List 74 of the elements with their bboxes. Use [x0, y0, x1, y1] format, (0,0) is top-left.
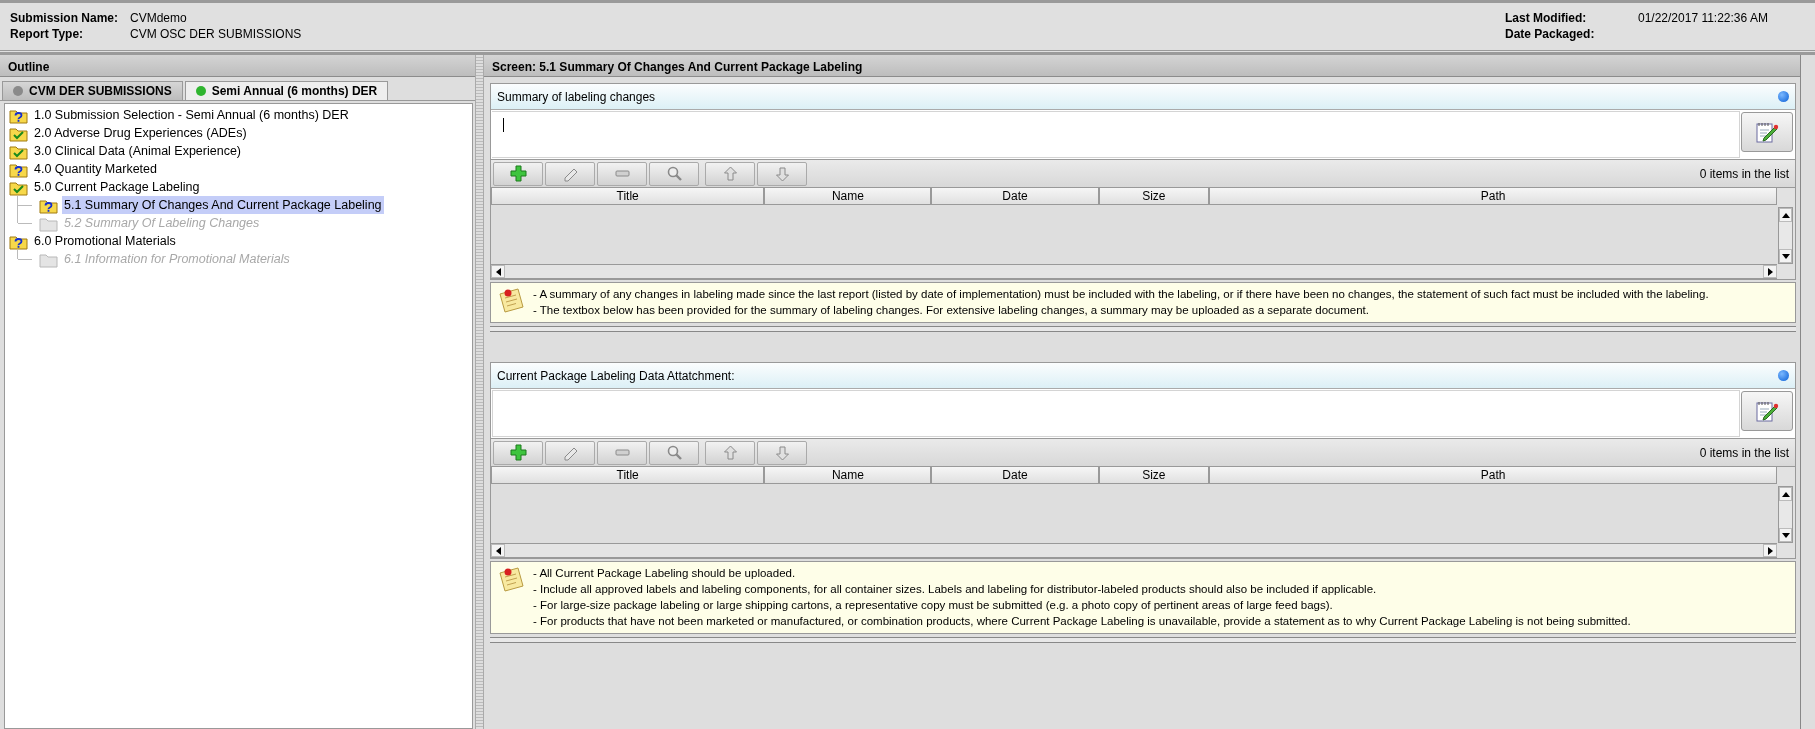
column-header[interactable]: Name [764, 188, 932, 205]
field-label: Submission Name: [10, 10, 120, 26]
status-dot-icon [1778, 91, 1789, 102]
screen-title: Screen: 5.1 Summary Of Changes And Current Package Labeling [484, 55, 1800, 77]
column-header[interactable]: Title [491, 467, 765, 484]
field-value: 01/22/2017 11:22:36 AM [1637, 11, 1768, 25]
notepad-button[interactable] [1741, 112, 1793, 152]
edit-button[interactable] [545, 440, 595, 465]
add-button[interactable] [493, 440, 543, 465]
horizontal-scrollbar[interactable] [491, 264, 1777, 279]
status-dot-icon [1778, 370, 1789, 381]
minus-icon [614, 170, 630, 177]
edit-button[interactable] [545, 161, 595, 186]
note-text: - A summary of any changes in labeling made since the last report (listed by date of implementation) must be included with the labeling, or if there have been no changes, the statement of such fact must be included with the labeling. [533, 287, 1710, 302]
tree-item[interactable]: 5.0 Current Package Labeling [32, 177, 202, 197]
scroll-right-icon [1767, 267, 1773, 276]
note-text: - The textbox below has been provided for the summary of labeling changes. For extensive labeling changes, a summary may be uploaded as a separate document. [533, 303, 1370, 318]
tree-item[interactable]: 3.0 Clinical Data (Animal Experience) [32, 141, 244, 161]
tree-item[interactable]: 1.0 Submission Selection - Semi Annual (6 months) DER [32, 105, 351, 125]
plus-icon [508, 443, 528, 462]
add-button[interactable] [493, 161, 543, 186]
field-value: CVMdemo [129, 11, 187, 25]
move-up-button[interactable] [705, 440, 755, 465]
scroll-down-icon [1781, 253, 1790, 259]
tree-item[interactable]: 2.0 Adverse Drug Experiences (ADEs) [32, 123, 249, 143]
scroll-left-icon [495, 546, 501, 555]
tree-item[interactable]: 5.1 Summary Of Changes And Current Package Labeling [62, 195, 384, 215]
pinned-note-icon [497, 286, 525, 314]
scroll-down-icon [1781, 532, 1790, 538]
scroll-right-icon [1767, 546, 1773, 555]
plus-icon [508, 164, 528, 183]
scroll-up-icon [1781, 212, 1790, 218]
search-button[interactable] [649, 440, 699, 465]
column-header[interactable]: Size [1098, 467, 1210, 484]
column-header[interactable]: Name [764, 467, 932, 484]
move-down-button[interactable] [757, 440, 807, 465]
scroll-up-icon [1781, 491, 1790, 497]
panel-title: Outline [0, 55, 475, 77]
tree-item[interactable]: 4.0 Quantity Marketed [32, 159, 159, 179]
item-count: 0 items in the list [1699, 444, 1790, 462]
item-count: 0 items in the list [1699, 165, 1790, 183]
search-button[interactable] [649, 161, 699, 186]
tree-item[interactable]: 6.0 Promotional Materials [32, 231, 178, 251]
splitter-handle[interactable] [475, 55, 484, 729]
column-header[interactable]: Path [1209, 188, 1777, 205]
column-header[interactable]: Path [1209, 467, 1777, 484]
vertical-scrollbar[interactable] [1778, 207, 1793, 264]
tab[interactable]: CVM DER SUBMISSIONS [2, 81, 183, 100]
column-header[interactable]: Size [1098, 188, 1210, 205]
minus-icon [614, 449, 630, 456]
move-up-button[interactable] [705, 161, 755, 186]
tab[interactable]: Semi Annual (6 months) DER [184, 81, 389, 100]
column-header[interactable]: Date [931, 188, 1099, 205]
field-label: Report Type: [10, 26, 85, 42]
note-text: - Include all approved labels and labeling components, for all container sizes. Labels and labeling for distributor-labeled products should also be included if applicable. [533, 582, 1378, 597]
note-text: - All Current Package Labeling should be uploaded. [533, 566, 797, 581]
tree-line [17, 250, 35, 259]
notepad-button[interactable] [1741, 391, 1793, 431]
note-text: - For large-size package labeling or large shipping cartons, a representative copy must be submitted (e.g. a photo copy of pertinent areas of large feed bags). [533, 598, 1334, 613]
field-value: CVM OSC DER SUBMISSIONS [129, 27, 302, 41]
horizontal-scrollbar[interactable] [491, 543, 1777, 558]
panel-heading: Summary of labeling changes [497, 88, 656, 106]
remove-button[interactable] [597, 161, 647, 186]
field-label: Last Modified: [1505, 10, 1588, 26]
move-down-button[interactable] [757, 161, 807, 186]
note-text: - For products that have not been marketed or manufactured, or combination products, where Current Package Labeling is unavailable, provide a statement as to why Current Package Labeling is not being submitted. [533, 614, 1632, 629]
remove-button[interactable] [597, 440, 647, 465]
panel-heading: Current Package Labeling Data Attatchment: [497, 367, 735, 385]
column-header[interactable]: Date [931, 467, 1099, 484]
vertical-scrollbar[interactable] [1778, 486, 1793, 543]
column-header[interactable]: Title [491, 188, 765, 205]
field-label: Date Packaged: [1505, 26, 1596, 42]
pinned-note-icon [497, 565, 525, 593]
scroll-left-icon [495, 267, 501, 276]
